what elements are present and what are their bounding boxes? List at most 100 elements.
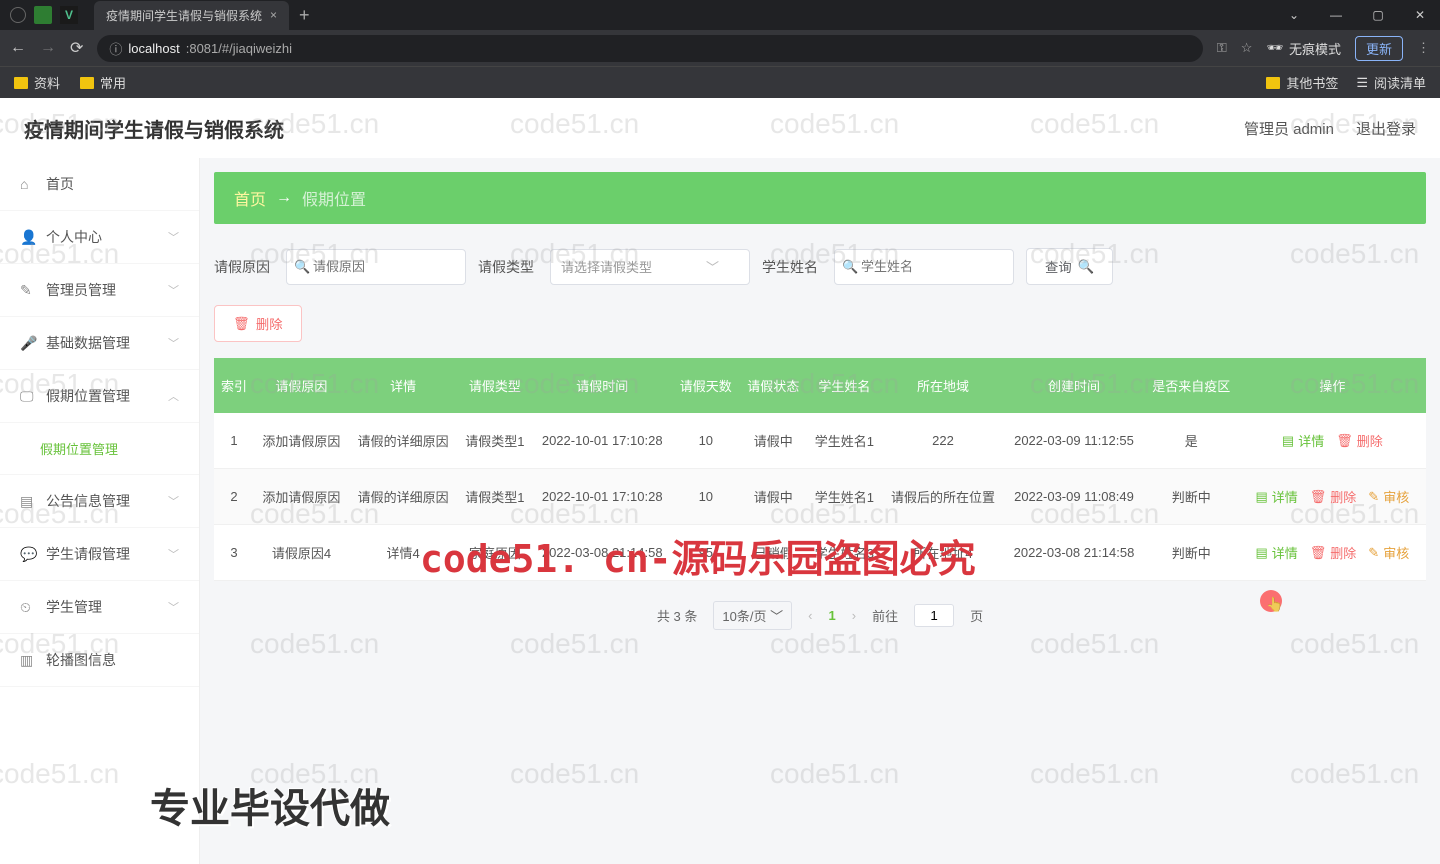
reason-input[interactable] <box>286 249 466 285</box>
detail-button[interactable]: ▤ 详情 <box>1282 431 1324 450</box>
forward-icon[interactable]: → <box>40 39 56 57</box>
update-button[interactable]: 更新 <box>1355 36 1403 61</box>
table-cell: 是 <box>1144 413 1239 469</box>
table-header[interactable]: 所在地域 <box>882 358 1004 413</box>
star-icon[interactable]: ☆ <box>1241 40 1253 56</box>
goto-page-input[interactable] <box>914 604 954 627</box>
info-icon: ⓘ <box>109 39 122 58</box>
table-cell: 10 <box>672 469 739 525</box>
sidebar-item-home[interactable]: ⌂首页 <box>0 158 199 211</box>
sidebar-item-carousel[interactable]: ▥轮播图信息 <box>0 634 199 687</box>
address-bar[interactable]: ⓘ localhost:8081/#/jiaqiweizhi <box>97 35 1202 62</box>
bookmarks-bar: 资料 常用 其他书签 ☰阅读清单 <box>0 66 1440 98</box>
sidebar-item-notice[interactable]: ▤公告信息管理﹀ <box>0 475 199 528</box>
table-header[interactable]: 创建时间 <box>1004 358 1144 413</box>
search-icon: 🔍 <box>294 259 310 275</box>
delete-button[interactable]: 🗑删除 <box>214 305 302 342</box>
sidebar-item-vacation[interactable]: 🖵假期位置管理︿ <box>0 370 199 423</box>
key-icon[interactable]: ⚿ <box>1217 40 1227 56</box>
chart-icon: ▥ <box>20 652 36 669</box>
type-select[interactable]: 请选择请假类型﹀ <box>550 249 750 285</box>
chevron-down-icon: ﹀ <box>168 546 179 562</box>
trash-icon: 🗑 <box>1336 433 1353 449</box>
close-icon[interactable]: × <box>270 8 277 22</box>
detail-icon: ▤ <box>1282 433 1294 449</box>
table-cell: 学生姓名1 <box>807 469 882 525</box>
search-icon: 🔍 <box>1078 259 1095 275</box>
table-header[interactable]: 请假原因 <box>254 358 349 413</box>
table-header[interactable]: 操作 <box>1239 358 1426 413</box>
logout-link[interactable]: 退出登录 <box>1356 118 1416 139</box>
browser-tab[interactable]: 疫情期间学生请假与销假系统 × <box>94 1 289 30</box>
table-cell: 2022-03-08 21:14:58 <box>1004 525 1144 581</box>
sidebar-item-student[interactable]: ⏲学生管理﹀ <box>0 581 199 634</box>
reload-icon[interactable]: ⟳ <box>70 38 83 58</box>
user-label[interactable]: 管理员 admin <box>1244 118 1334 139</box>
table-cell: 1 <box>214 413 254 469</box>
chevron-down-icon: ﹀ <box>706 257 719 276</box>
sidebar-subitem-vacation[interactable]: 假期位置管理 <box>0 423 199 475</box>
tab-title: 疫情期间学生请假与销假系统 <box>106 7 262 24</box>
table-header[interactable]: 请假时间 <box>532 358 672 413</box>
monitor-icon: 🖵 <box>20 388 36 405</box>
name-input[interactable] <box>834 249 1014 285</box>
filter-label-name: 学生姓名 <box>762 257 818 277</box>
trash-icon: 🗑 <box>1310 489 1327 505</box>
audit-button[interactable]: ✎ 审核 <box>1368 487 1409 506</box>
delete-row-button[interactable]: 🗑 删除 <box>1310 543 1357 562</box>
page-size-select[interactable]: 10条/页 ﹀ <box>713 601 792 630</box>
sidebar: ⌂首页 👤个人中心﹀ ✎管理员管理﹀ 🎤基础数据管理﹀ 🖵假期位置管理︿ 假期位… <box>0 158 200 864</box>
url-host: localhost <box>128 41 179 56</box>
table-header[interactable]: 请假类型 <box>457 358 532 413</box>
table-cell: 判断中 <box>1144 469 1239 525</box>
table-header[interactable]: 请假天数 <box>672 358 739 413</box>
new-tab-button[interactable]: + <box>299 5 310 26</box>
sidebar-item-admin[interactable]: ✎管理员管理﹀ <box>0 264 199 317</box>
sidebar-item-base[interactable]: 🎤基础数据管理﹀ <box>0 317 199 370</box>
table-cell: 请假类型1 <box>457 469 532 525</box>
chevron-down-icon[interactable]: ⌄ <box>1274 0 1314 30</box>
table-header[interactable]: 是否来自疫区 <box>1144 358 1239 413</box>
maximize-button[interactable]: ▢ <box>1358 0 1398 30</box>
incognito-badge: 🕶 无痕模式 <box>1266 39 1341 58</box>
table-header[interactable]: 请假状态 <box>740 358 807 413</box>
delete-row-button[interactable]: 🗑 删除 <box>1336 431 1383 450</box>
table-cell: 2022-03-09 11:08:49 <box>1004 469 1144 525</box>
back-icon[interactable]: ← <box>10 39 26 57</box>
minimize-button[interactable]: — <box>1316 0 1356 30</box>
user-icon: 👤 <box>20 229 36 246</box>
table-cell: 2022-10-01 17:10:28 <box>532 413 672 469</box>
prev-page-button[interactable]: ‹ <box>808 608 812 623</box>
delete-row-button[interactable]: 🗑 删除 <box>1310 487 1357 506</box>
menu-icon[interactable]: ⋮ <box>1417 40 1430 56</box>
next-page-button[interactable]: › <box>852 608 856 623</box>
list-icon: ☰ <box>1356 75 1368 91</box>
table-header[interactable]: 学生姓名 <box>807 358 882 413</box>
table-cell: 请假的详细原因 <box>349 469 457 525</box>
breadcrumb-home[interactable]: 首页 <box>234 186 266 210</box>
detail-button[interactable]: ▤ 详情 <box>1255 487 1297 506</box>
table-header[interactable]: 索引 <box>214 358 254 413</box>
detail-button[interactable]: ▤ 详情 <box>1255 543 1297 562</box>
sidebar-item-leave[interactable]: 💬学生请假管理﹀ <box>0 528 199 581</box>
table-row: 1添加请假原因请假的详细原因请假类型12022-10-01 17:10:2810… <box>214 413 1426 469</box>
audit-button[interactable]: ✎ 审核 <box>1368 543 1409 562</box>
table-cell-actions: ▤ 详情 🗑 删除 <box>1239 413 1426 469</box>
gear-icon: ✎ <box>20 282 36 299</box>
reading-list[interactable]: ☰阅读清单 <box>1356 73 1426 92</box>
bookmark-item[interactable]: 常用 <box>80 73 126 92</box>
table-header[interactable]: 详情 <box>349 358 457 413</box>
search-button[interactable]: 查询🔍 <box>1026 248 1113 285</box>
chevron-up-icon: ︿ <box>168 388 179 404</box>
chat-icon: 💬 <box>20 546 36 563</box>
filter-bar: 请假原因 🔍 请假类型 请选择请假类型﹀ 学生姓名 🔍 查询🔍 <box>214 248 1426 285</box>
chevron-down-icon: ﹀ <box>168 599 179 615</box>
chevron-down-icon: ﹀ <box>168 335 179 351</box>
bookmark-item[interactable]: 资料 <box>14 73 60 92</box>
browser-tab-favicon <box>34 6 52 24</box>
close-button[interactable]: ✕ <box>1400 0 1440 30</box>
page-number[interactable]: 1 <box>828 608 835 623</box>
other-bookmarks[interactable]: 其他书签 <box>1266 73 1338 92</box>
sidebar-item-profile[interactable]: 👤个人中心﹀ <box>0 211 199 264</box>
table-cell: 3 <box>214 525 254 581</box>
